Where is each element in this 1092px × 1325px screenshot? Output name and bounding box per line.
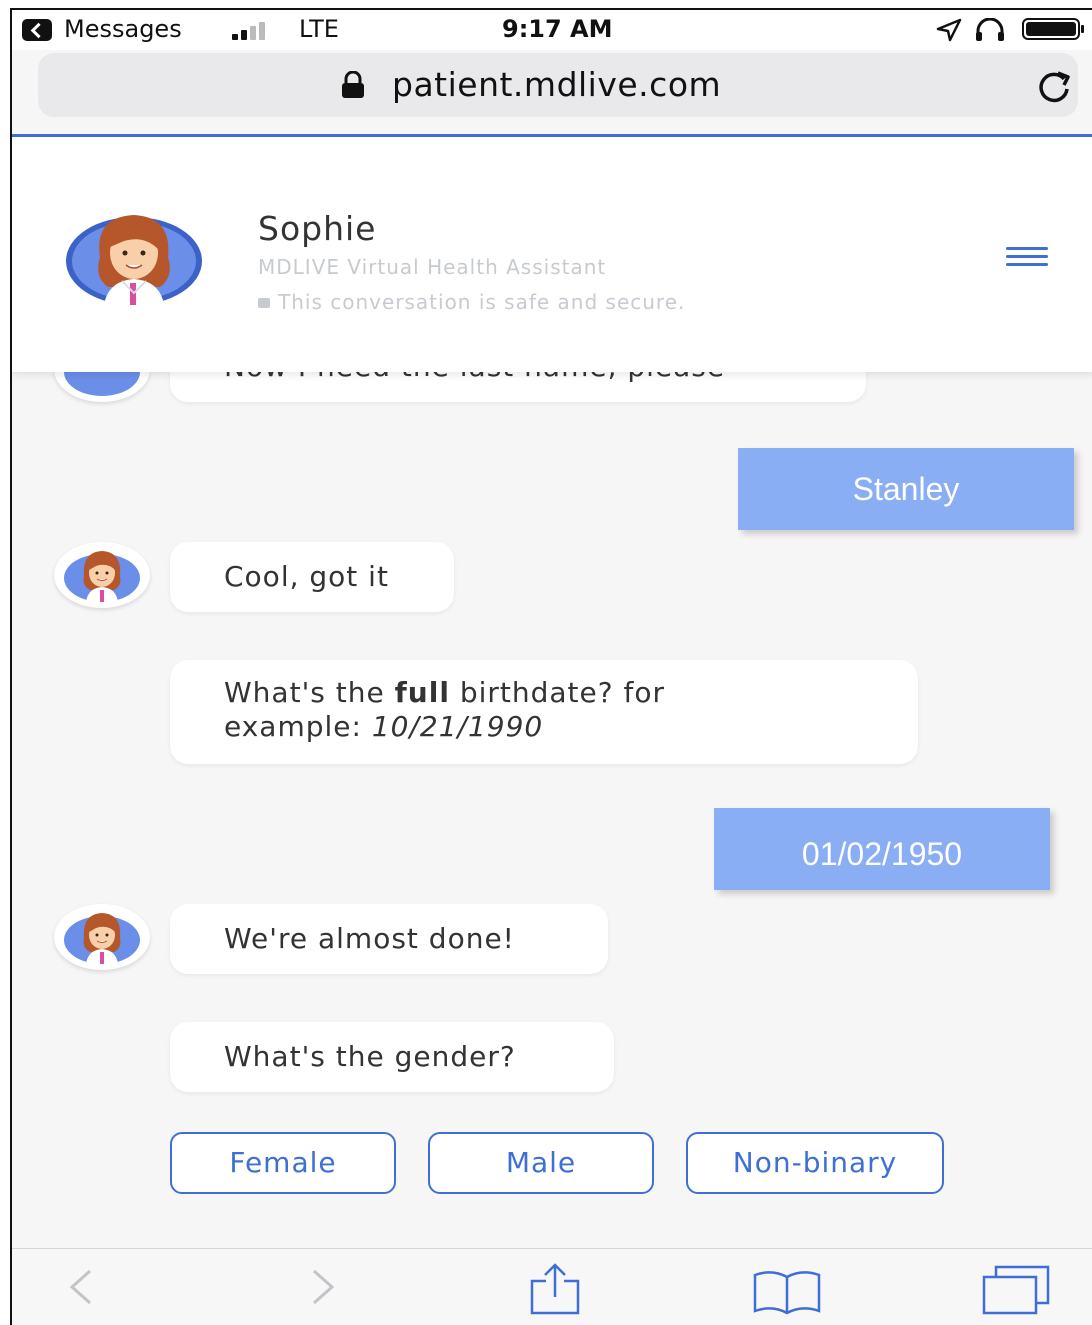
browser-toolbar — [12, 1248, 1092, 1325]
bot-message-text: What's the gender? — [224, 1040, 516, 1073]
assistant-avatar — [66, 215, 202, 305]
lock-icon — [342, 71, 364, 98]
secure-note: This conversation is safe and secure. — [258, 290, 685, 314]
back-arrow-icon[interactable] — [66, 1267, 96, 1307]
user-message: 01/02/1950 — [714, 808, 1050, 890]
bot-message: What's the full birthdate? for example: … — [170, 660, 918, 764]
assistant-name: Sophie — [258, 209, 377, 248]
option-non-binary-button[interactable]: Non-binary — [686, 1132, 944, 1194]
text-segment: What's the — [224, 676, 395, 709]
menu-icon[interactable] — [1006, 247, 1048, 271]
bot-avatar — [54, 542, 150, 608]
bookmarks-icon[interactable] — [752, 1269, 822, 1315]
share-icon[interactable] — [528, 1263, 582, 1315]
reload-icon[interactable] — [1034, 67, 1078, 103]
assistant-subtitle: MDLIVE Virtual Health Assistant — [258, 255, 607, 279]
user-message: Stanley — [738, 448, 1074, 530]
headphones-icon — [976, 18, 1004, 41]
bot-avatar — [54, 904, 150, 970]
text-segment: example: — [224, 710, 372, 743]
lock-icon — [258, 298, 270, 308]
option-female-button[interactable]: Female — [170, 1132, 396, 1194]
back-to-app-label[interactable]: Messages — [64, 15, 182, 43]
assistant-header: Sophie MDLIVE Virtual Health Assistant T… — [12, 137, 1092, 372]
status-bar: Messages LTE 9:17 AM — [12, 10, 1092, 50]
bot-message-line: What's the full birthdate? for — [224, 676, 918, 710]
bot-message: We're almost done! — [170, 904, 608, 974]
location-icon — [936, 18, 962, 42]
bot-message-line: example: 10/21/1990 — [224, 710, 918, 744]
bot-message-text: Cool, got it — [224, 560, 389, 593]
text-emphasis: full — [394, 676, 450, 709]
option-male-button[interactable]: Male — [428, 1132, 654, 1194]
forward-arrow-icon[interactable] — [308, 1267, 338, 1307]
url-text[interactable]: patient.mdlive.com — [392, 65, 721, 104]
phone-screen: Messages LTE 9:17 AM patient.mdlive.com — [10, 8, 1092, 1325]
bot-message: Cool, got it — [170, 542, 454, 612]
tabs-icon[interactable] — [982, 1265, 1052, 1315]
network-label: LTE — [299, 15, 339, 43]
battery-icon — [1022, 18, 1084, 40]
secure-note-text: This conversation is safe and secure. — [278, 290, 686, 314]
address-bar[interactable]: patient.mdlive.com — [38, 53, 1078, 117]
text-example: 10/21/1990 — [371, 710, 544, 743]
bot-message: What's the gender? — [170, 1022, 614, 1092]
back-icon[interactable] — [22, 19, 52, 41]
bot-message-text: We're almost done! — [224, 922, 515, 955]
text-segment: birthdate? for — [449, 676, 666, 709]
clock: 9:17 AM — [502, 15, 613, 43]
